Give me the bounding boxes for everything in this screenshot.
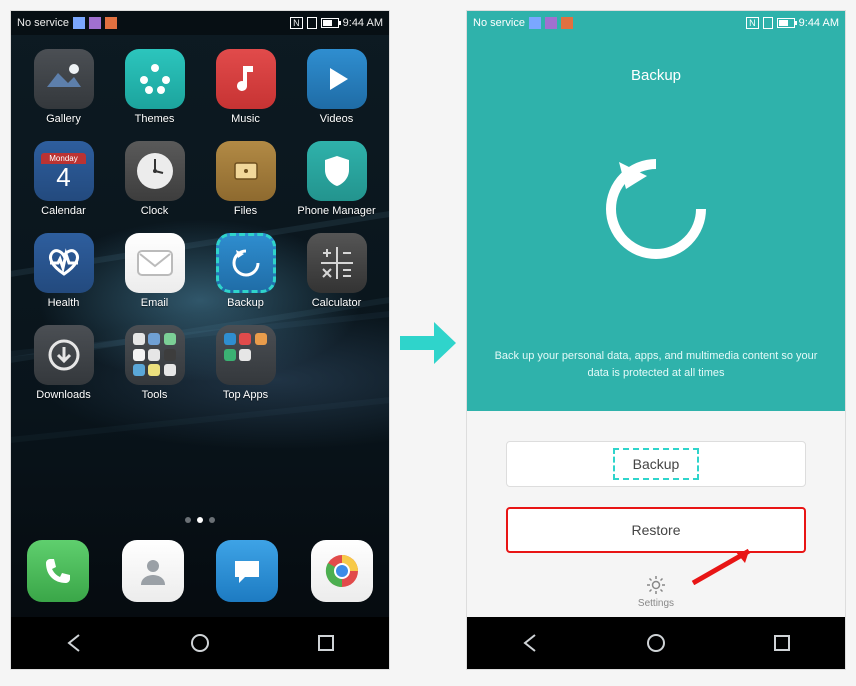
health-icon (34, 233, 94, 293)
downloads-icon (34, 325, 94, 385)
app-email[interactable]: Email (112, 233, 197, 309)
app-label: Tools (142, 389, 168, 401)
app-label: Files (234, 205, 257, 217)
app-label: Videos (320, 113, 353, 125)
gear-icon (645, 574, 667, 596)
phone-manager-icon (307, 141, 367, 201)
dock-contacts[interactable] (122, 540, 184, 602)
status-indicator-icon (561, 17, 573, 29)
status-service: No service (17, 17, 69, 29)
app-backup[interactable]: Backup (203, 233, 288, 309)
dock (11, 529, 389, 613)
email-icon (125, 233, 185, 293)
app-label: Clock (141, 205, 169, 217)
app-label: Calculator (312, 297, 362, 309)
dock-phone[interactable] (27, 540, 89, 602)
app-topapps-folder[interactable]: Top Apps (203, 325, 288, 401)
status-bar: No service N 9:44 AM (467, 11, 845, 35)
backup-icon (216, 233, 276, 293)
calculator-icon (307, 233, 367, 293)
app-calendar[interactable]: Monday 4 Calendar (21, 141, 106, 217)
nav-home-button[interactable] (186, 629, 214, 657)
page-indicator (11, 517, 389, 523)
nav-recent-button[interactable] (312, 629, 340, 657)
app-label: Calendar (41, 205, 86, 217)
status-bar: No service N 9:44 AM (11, 11, 389, 35)
app-label: Gallery (46, 113, 81, 125)
app-label: Downloads (36, 389, 90, 401)
restore-button[interactable]: Restore (506, 507, 806, 553)
chrome-icon (311, 540, 373, 602)
dock-messages[interactable] (216, 540, 278, 602)
status-time: 9:44 AM (799, 17, 839, 29)
battery-icon (777, 18, 795, 28)
app-label: Phone Manager (297, 205, 375, 217)
app-grid: Gallery Themes Music Videos Monday 4 (11, 35, 389, 401)
nav-bar (467, 617, 845, 669)
status-service: No service (473, 17, 525, 29)
app-health[interactable]: Health (21, 233, 106, 309)
themes-icon (125, 49, 185, 109)
app-files[interactable]: Files (203, 141, 288, 217)
app-phone-manager[interactable]: Phone Manager (294, 141, 379, 217)
calendar-icon: Monday 4 (34, 141, 94, 201)
nfc-icon: N (290, 17, 303, 29)
dock-chrome[interactable] (311, 540, 373, 602)
status-indicator-icon (545, 17, 557, 29)
contacts-icon (122, 540, 184, 602)
files-icon (216, 141, 276, 201)
backup-button-label: Backup (613, 448, 700, 480)
app-clock[interactable]: Clock (112, 141, 197, 217)
status-indicator-icon (73, 17, 85, 29)
page-title: Backup (467, 67, 845, 84)
app-tools-folder[interactable]: Tools (112, 325, 197, 401)
status-indicator-icon (529, 17, 541, 29)
app-label: Themes (135, 113, 175, 125)
nav-bar (11, 617, 389, 669)
backup-app-phone: No service N 9:44 AM Backup Back up your… (466, 10, 846, 670)
music-icon (216, 49, 276, 109)
app-label: Health (48, 297, 80, 309)
app-gallery[interactable]: Gallery (21, 49, 106, 125)
home-screen-phone: No service N 9:44 AM Gallery Themes (10, 10, 390, 670)
messages-icon (216, 540, 278, 602)
app-label: Music (231, 113, 260, 125)
app-downloads[interactable]: Downloads (21, 325, 106, 401)
phone-icon (27, 540, 89, 602)
app-label: Backup (227, 297, 264, 309)
nfc-icon: N (746, 17, 759, 29)
backup-description: Back up your personal data, apps, and mu… (487, 348, 825, 381)
nav-home-button[interactable] (642, 629, 670, 657)
restore-button-label: Restore (613, 516, 698, 544)
settings-button[interactable]: Settings (638, 574, 674, 609)
app-calculator[interactable]: Calculator (294, 233, 379, 309)
settings-label: Settings (638, 598, 674, 609)
status-time: 9:44 AM (343, 17, 383, 29)
backup-button[interactable]: Backup (506, 441, 806, 487)
nav-back-button[interactable] (516, 629, 544, 657)
sim-icon (307, 17, 317, 29)
app-label: Top Apps (223, 389, 268, 401)
nav-back-button[interactable] (60, 629, 88, 657)
backup-hero-icon (467, 144, 845, 274)
transition-arrow-icon (398, 320, 458, 366)
status-indicator-icon (105, 17, 117, 29)
gallery-icon (34, 49, 94, 109)
battery-icon (321, 18, 339, 28)
clock-icon (125, 141, 185, 201)
app-videos[interactable]: Videos (294, 49, 379, 125)
backup-hero: No service N 9:44 AM Backup Back up your… (467, 11, 845, 411)
videos-icon (307, 49, 367, 109)
app-themes[interactable]: Themes (112, 49, 197, 125)
app-music[interactable]: Music (203, 49, 288, 125)
sim-icon (763, 17, 773, 29)
topapps-folder-icon (216, 325, 276, 385)
nav-recent-button[interactable] (768, 629, 796, 657)
backup-actions: Backup Restore Settings (467, 411, 845, 617)
tools-folder-icon (125, 325, 185, 385)
app-label: Email (141, 297, 169, 309)
status-indicator-icon (89, 17, 101, 29)
